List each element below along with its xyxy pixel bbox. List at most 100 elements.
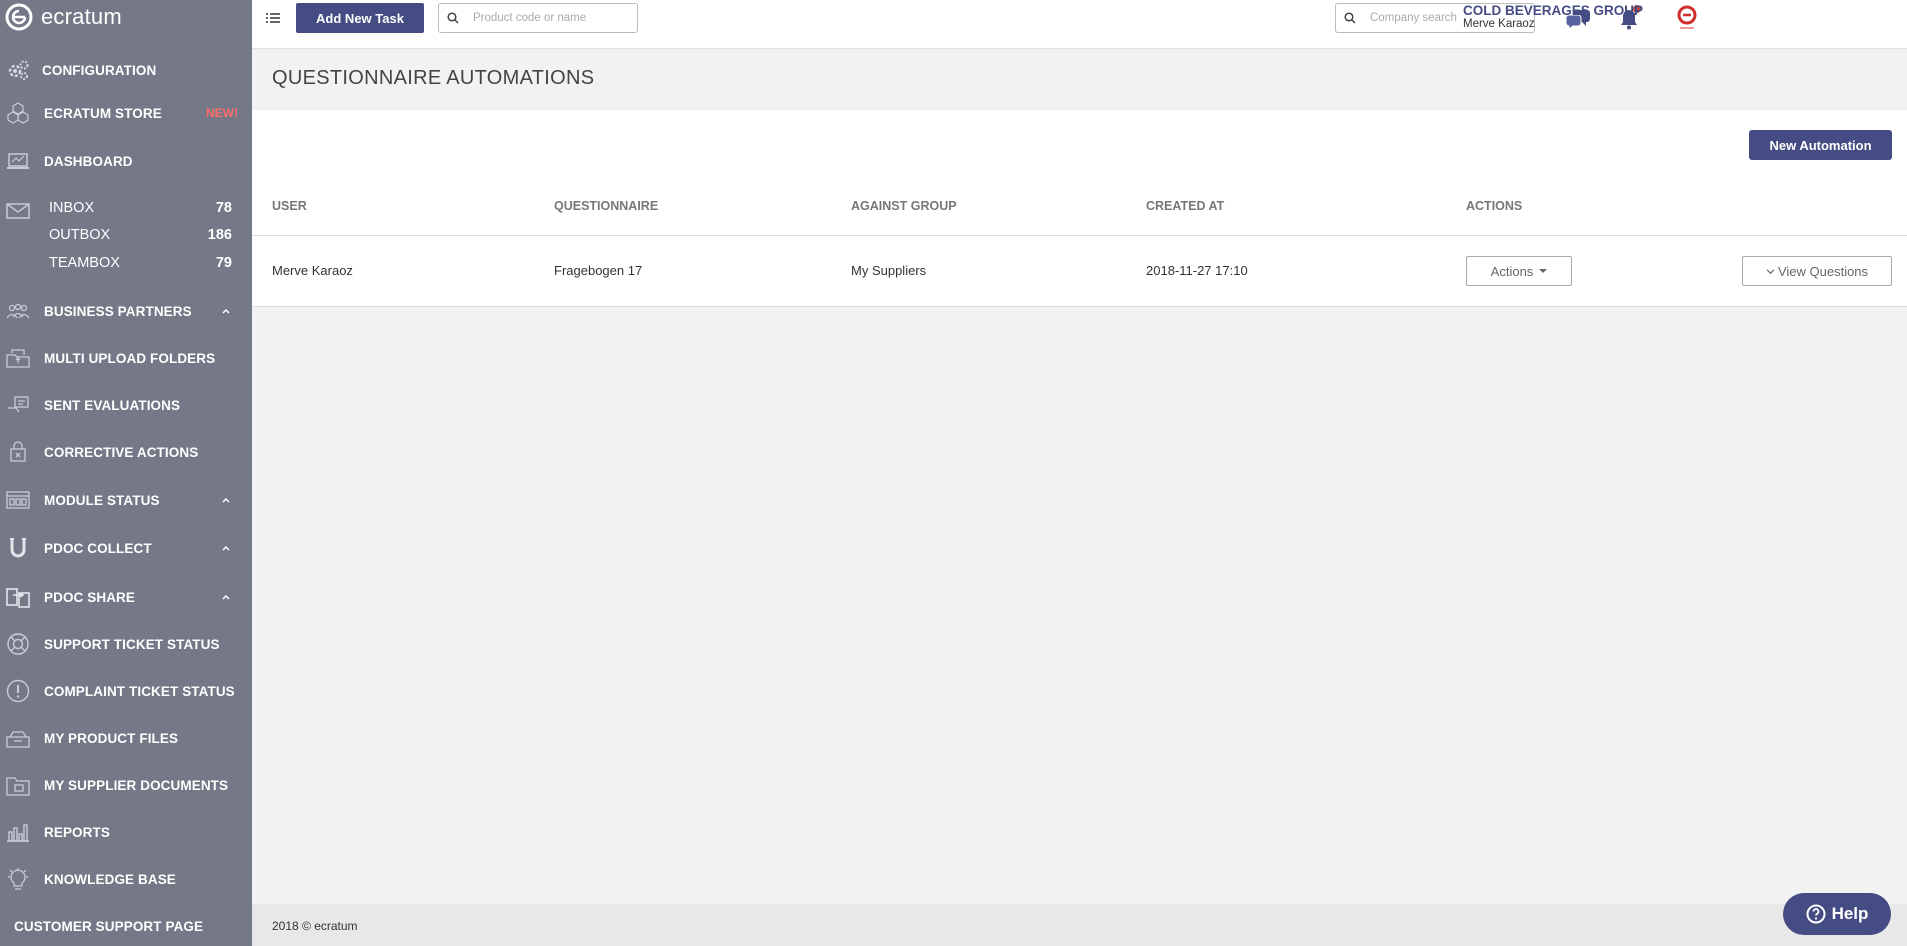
- actions-label: Actions: [1490, 263, 1534, 279]
- sidebar-item-my-product-files[interactable]: MY PRODUCT FILES: [0, 721, 252, 755]
- gears-icon: [4, 56, 32, 84]
- company-name[interactable]: COLD BEVERAGES GROUP: [1463, 3, 1643, 18]
- new-badge: NEW!: [206, 106, 238, 120]
- upload-folder-icon: [4, 344, 32, 372]
- help-button[interactable]: Help: [1783, 893, 1891, 935]
- question-circle-icon: [1806, 904, 1826, 924]
- sidebar-item-pdoc-share[interactable]: PDOC SHARE: [0, 580, 252, 614]
- sidebar-item-label: ECRATUM STORE: [44, 105, 162, 121]
- bar-chart-icon: [4, 818, 32, 846]
- sidebar-item-label: CONFIGURATION: [42, 62, 157, 78]
- module-grid-icon: [4, 486, 32, 514]
- sidebar-item-configuration[interactable]: CONFIGURATION: [0, 53, 252, 87]
- actions-dropdown-button[interactable]: Actions: [1466, 256, 1572, 286]
- sidebar-item-label: MODULE STATUS: [44, 492, 160, 508]
- company-logo-icon: [1677, 5, 1697, 29]
- sidebar-item-corrective-actions[interactable]: CORRECTIVE ACTIONS: [0, 435, 252, 469]
- automations-panel: [252, 110, 1907, 307]
- sidebar-item-module-status[interactable]: MODULE STATUS: [0, 483, 252, 517]
- sidebar-item-pdoc-collect[interactable]: PDOC COLLECT: [0, 531, 252, 565]
- sidebar: ecratum CONFIGURATION ECRATUM STORE NEW!…: [0, 0, 252, 946]
- inbox-label: INBOX: [49, 200, 95, 216]
- sidebar-item-multi-upload-folders[interactable]: MULTI UPLOAD FOLDERS: [0, 341, 252, 375]
- top-bar: Add New Task: [252, 0, 1907, 49]
- inbox-count: 78: [215, 200, 232, 216]
- column-header-against-group: AGAINST GROUP: [851, 199, 957, 213]
- teambox-label: TEAMBOX: [49, 255, 120, 271]
- outbox-count: 186: [207, 227, 232, 243]
- footer-copyright: 2018 © ecratum: [272, 919, 358, 933]
- cell-created-at: 2018-11-27 17:10: [1146, 263, 1248, 278]
- chevron-up-icon[interactable]: [220, 305, 232, 317]
- caret-down-icon: [1539, 269, 1548, 273]
- sidebar-item-label: CUSTOMER SUPPORT PAGE: [14, 918, 204, 934]
- chevron-down-icon[interactable]: [1629, 9, 1639, 17]
- add-new-task-button[interactable]: Add New Task: [296, 3, 424, 33]
- view-questions-label: View Questions: [1777, 263, 1869, 279]
- sidebar-item-label: REPORTS: [44, 824, 110, 840]
- column-header-user: USER: [272, 199, 307, 213]
- user-name: Merve Karaoz: [1463, 18, 1535, 30]
- sidebar-item-label: PDOC COLLECT: [44, 540, 152, 556]
- sidebar-item-outbox[interactable]: OUTBOX 186: [0, 222, 252, 248]
- product-search-box: [438, 3, 638, 33]
- sidebar-item-label: MY SUPPLIER DOCUMENTS: [44, 777, 229, 793]
- logo-text: ecratum: [41, 4, 122, 29]
- column-header-created-at: CREATED AT: [1146, 199, 1225, 213]
- sidebar-item-complaint-ticket-status[interactable]: COMPLAINT TICKET STATUS: [0, 674, 252, 708]
- sidebar-item-label: BUSINESS PARTNERS: [44, 303, 192, 319]
- search-icon: [447, 12, 459, 24]
- teambox-count: 79: [215, 255, 232, 271]
- new-automation-button[interactable]: New Automation: [1749, 130, 1892, 160]
- sidebar-item-support-ticket-status[interactable]: SUPPORT TICKET STATUS: [0, 627, 252, 661]
- sidebar-item-reports[interactable]: REPORTS: [0, 815, 252, 849]
- sidebar-item-label: KNOWLEDGE BASE: [44, 871, 176, 887]
- laptop-icon: [4, 147, 32, 175]
- sidebar-item-label: SENT EVALUATIONS: [44, 397, 181, 413]
- page-title: QUESTIONNAIRE AUTOMATIONS: [272, 67, 595, 89]
- cell-questionnaire: Fragebogen 17: [554, 263, 643, 278]
- sidebar-item-teambox[interactable]: TEAMBOX 79: [0, 250, 252, 276]
- app-logo[interactable]: ecratum: [0, 0, 252, 34]
- chevron-up-icon[interactable]: [220, 494, 232, 506]
- help-label: Help: [1831, 904, 1869, 923]
- sidebar-item-inbox[interactable]: INBOX 78: [0, 195, 252, 221]
- sidebar-item-my-supplier-documents[interactable]: MY SUPPLIER DOCUMENTS: [0, 768, 252, 802]
- sidebar-item-label: MULTI UPLOAD FOLDERS: [44, 350, 216, 366]
- magnet-icon: [4, 534, 32, 562]
- cell-against-group: My Suppliers: [851, 263, 927, 278]
- cell-user: Merve Karaoz: [272, 263, 353, 278]
- lifebuoy-icon: [4, 630, 32, 658]
- sidebar-item-business-partners[interactable]: BUSINESS PARTNERS: [0, 294, 252, 328]
- product-search-input[interactable]: [471, 11, 634, 25]
- store-cubes-icon: [4, 99, 32, 127]
- sidebar-item-dashboard[interactable]: DASHBOARD: [0, 144, 252, 178]
- exclamation-circle-icon: [4, 677, 32, 705]
- menu-toggle-icon[interactable]: [265, 11, 281, 25]
- column-header-actions: ACTIONS: [1466, 199, 1523, 213]
- outbox-label: OUTBOX: [49, 227, 111, 243]
- lock-box-icon: [4, 438, 32, 466]
- sidebar-item-label: DASHBOARD: [44, 153, 133, 169]
- people-group-icon: [4, 297, 32, 325]
- folder-doc-icon: [4, 771, 32, 799]
- table-header-divider: [252, 235, 1907, 236]
- sidebar-item-label: PDOC SHARE: [44, 589, 136, 605]
- sidebar-item-label: SUPPORT TICKET STATUS: [44, 636, 220, 652]
- sidebar-item-knowledge-base[interactable]: KNOWLEDGE BASE: [0, 862, 252, 896]
- chevron-up-icon[interactable]: [220, 542, 232, 554]
- ecratum-logo-icon: [5, 3, 33, 31]
- sidebar-item-ecratum-store[interactable]: ECRATUM STORE NEW!: [0, 96, 252, 130]
- footer: 2018 © ecratum: [252, 904, 1907, 946]
- sidebar-item-label: COMPLAINT TICKET STATUS: [44, 683, 235, 699]
- column-header-questionnaire: QUESTIONNAIRE: [554, 199, 659, 213]
- product-box-icon: [4, 724, 32, 752]
- sidebar-item-customer-support-page[interactable]: CUSTOMER SUPPORT PAGE: [0, 909, 252, 943]
- chevron-up-icon[interactable]: [220, 591, 232, 603]
- view-questions-button[interactable]: View Questions: [1742, 256, 1892, 286]
- sidebar-item-sent-evaluations[interactable]: SENT EVALUATIONS: [0, 388, 252, 422]
- share-docs-icon: [4, 583, 32, 611]
- sidebar-item-label: CORRECTIVE ACTIONS: [44, 444, 199, 460]
- chevron-down-icon: [1766, 268, 1775, 274]
- search-icon: [1344, 12, 1356, 24]
